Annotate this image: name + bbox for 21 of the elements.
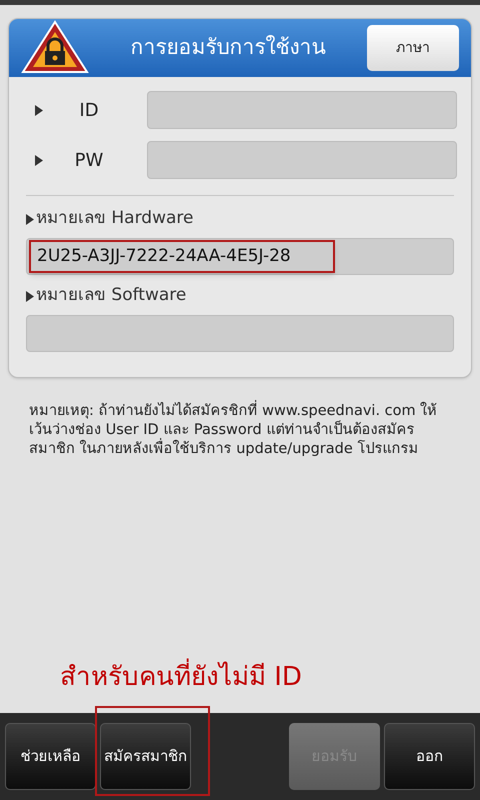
window-title: การยอมรับการใช้งาน [130, 34, 326, 62]
language-button[interactable]: ภาษา [367, 25, 459, 71]
triangle-icon [35, 154, 43, 166]
field-label: ID [78, 98, 100, 122]
field-label: หมายเลข Hardware [36, 207, 194, 230]
field-label: หมายเลข Software [36, 284, 186, 308]
action-button[interactable]: สมัครสมาชิก [100, 723, 191, 790]
note-text: หมายเหตุ: ถ้าท่านยังไม่ได้สมัครชิกที่ www.speednavi. com ให้เว้นว่างช่อง User ID และ Password แต่ท่านจำเป็นต้องสมัครสมาชิก ในภายหลังเพื่อใช้บริการ update/upgrade โปรแกรม [29, 402, 459, 459]
warning-lock-icon [21, 20, 89, 76]
text-field[interactable] [26, 315, 454, 352]
triangle-icon [35, 104, 43, 116]
action-button[interactable]: ออก [384, 723, 475, 790]
field-value: 2U25-A3JJ-7222-24AA-4E5J-28 [36, 244, 291, 268]
triangle-icon [26, 290, 34, 302]
action-button[interactable]: ช่วยเหลือ [5, 723, 96, 790]
field-label: PW [74, 148, 104, 172]
text-field[interactable]: 2U25-A3JJ-7222-24AA-4E5J-28 [26, 238, 454, 275]
input-field[interactable] [147, 141, 457, 179]
input-field[interactable] [147, 91, 457, 129]
triangle-icon [26, 214, 34, 224]
annotation-text: สำหรับคนที่ยังไม่มี ID [60, 658, 302, 697]
